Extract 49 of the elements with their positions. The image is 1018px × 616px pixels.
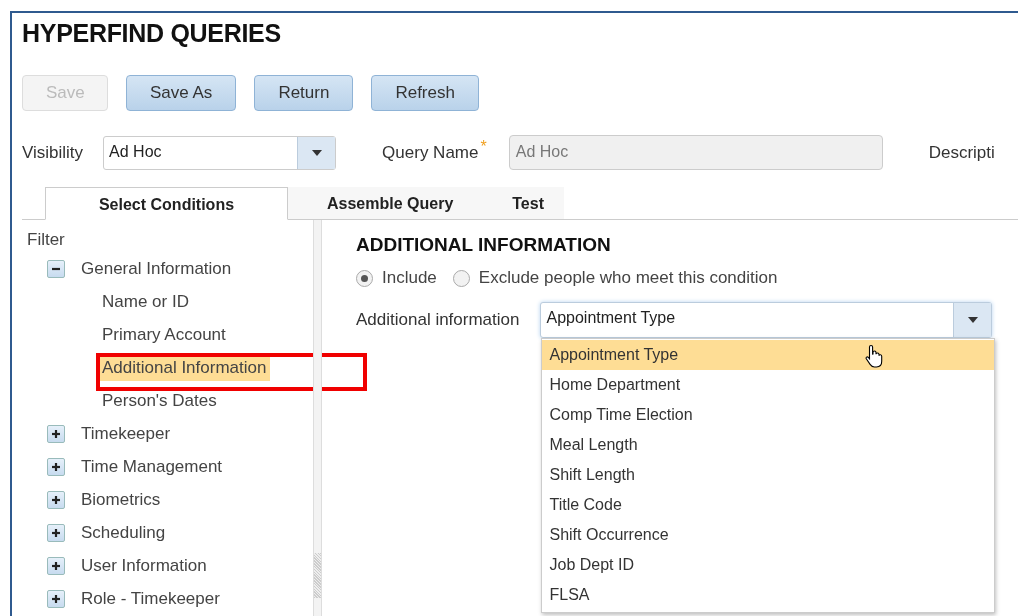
tree-item[interactable]: Timekeeper	[81, 423, 171, 444]
filter-title: Filter	[27, 230, 66, 251]
additional-info-dropdown[interactable]: Appointment Type	[540, 302, 993, 338]
tab[interactable]: Test	[492, 187, 564, 220]
radio-button[interactable]: Include	[356, 268, 437, 288]
tree-item[interactable]: Primary Account	[98, 321, 230, 348]
visibility-label: Visibility	[22, 142, 84, 163]
field-label: Additional information	[356, 310, 520, 331]
caret-icon	[968, 317, 978, 323]
expand-icon[interactable]	[47, 523, 65, 542]
collapse-icon[interactable]	[47, 259, 65, 278]
dropdown-option[interactable]: Shift Length	[542, 460, 995, 490]
section-heading: ADDITIONAL INFORMATION	[356, 234, 612, 256]
dropdown-option[interactable]: Appointment Type	[542, 340, 995, 370]
dropdown-option[interactable]: Comp Time Election	[542, 400, 995, 430]
description-label: Descripti	[928, 142, 995, 163]
dropdown-option[interactable]: FLSA	[542, 580, 995, 610]
tree-item[interactable]: Time Management	[81, 456, 223, 477]
caret-icon	[311, 149, 322, 156]
tree-item[interactable]: Person's Dates	[98, 387, 221, 414]
expand-icon[interactable]	[47, 556, 65, 575]
tab[interactable]: Select Conditions	[45, 187, 288, 220]
query-name-label: Query Name	[382, 142, 479, 163]
tree-item[interactable]: Scheduling	[81, 522, 166, 543]
visibility-dropdown[interactable]: Ad Hoc	[103, 135, 337, 170]
dropdown-option[interactable]: Job Dept ID	[542, 550, 995, 580]
dropdown-option[interactable]: Title Code	[542, 490, 995, 520]
expand-icon[interactable]	[47, 457, 65, 476]
radio-button[interactable]: Exclude people who meet this condition	[452, 268, 778, 288]
hand-cursor-icon	[865, 344, 884, 368]
expand-icon[interactable]	[47, 424, 65, 443]
tree-item[interactable]: Biometrics	[81, 489, 161, 510]
tree-item[interactable]: Role - Timekeeper	[81, 588, 220, 609]
toolbar-button[interactable]: Refresh	[371, 75, 479, 111]
required-mark: *	[480, 138, 487, 156]
expand-icon[interactable]	[47, 589, 65, 608]
query-name-field[interactable]: Ad Hoc	[508, 135, 883, 170]
tree-item[interactable]: User Information	[81, 555, 207, 576]
tree-item[interactable]: General Information	[81, 258, 232, 279]
dropdown-option[interactable]: Shift Occurrence	[542, 520, 995, 550]
expand-icon[interactable]	[47, 490, 65, 509]
dropdown-option[interactable]: Home Department	[542, 370, 995, 400]
page-title: HYPERFIND QUERIES	[22, 18, 282, 49]
scrollbar-thumb[interactable]	[314, 553, 321, 598]
dropdown-option[interactable]: Meal Length	[542, 430, 995, 460]
tree-item[interactable]: Name or ID	[98, 288, 193, 315]
tab[interactable]: Assemble Query	[288, 187, 493, 220]
toolbar-button[interactable]: Save As	[126, 75, 237, 111]
toolbar-button[interactable]: Return	[254, 75, 354, 111]
